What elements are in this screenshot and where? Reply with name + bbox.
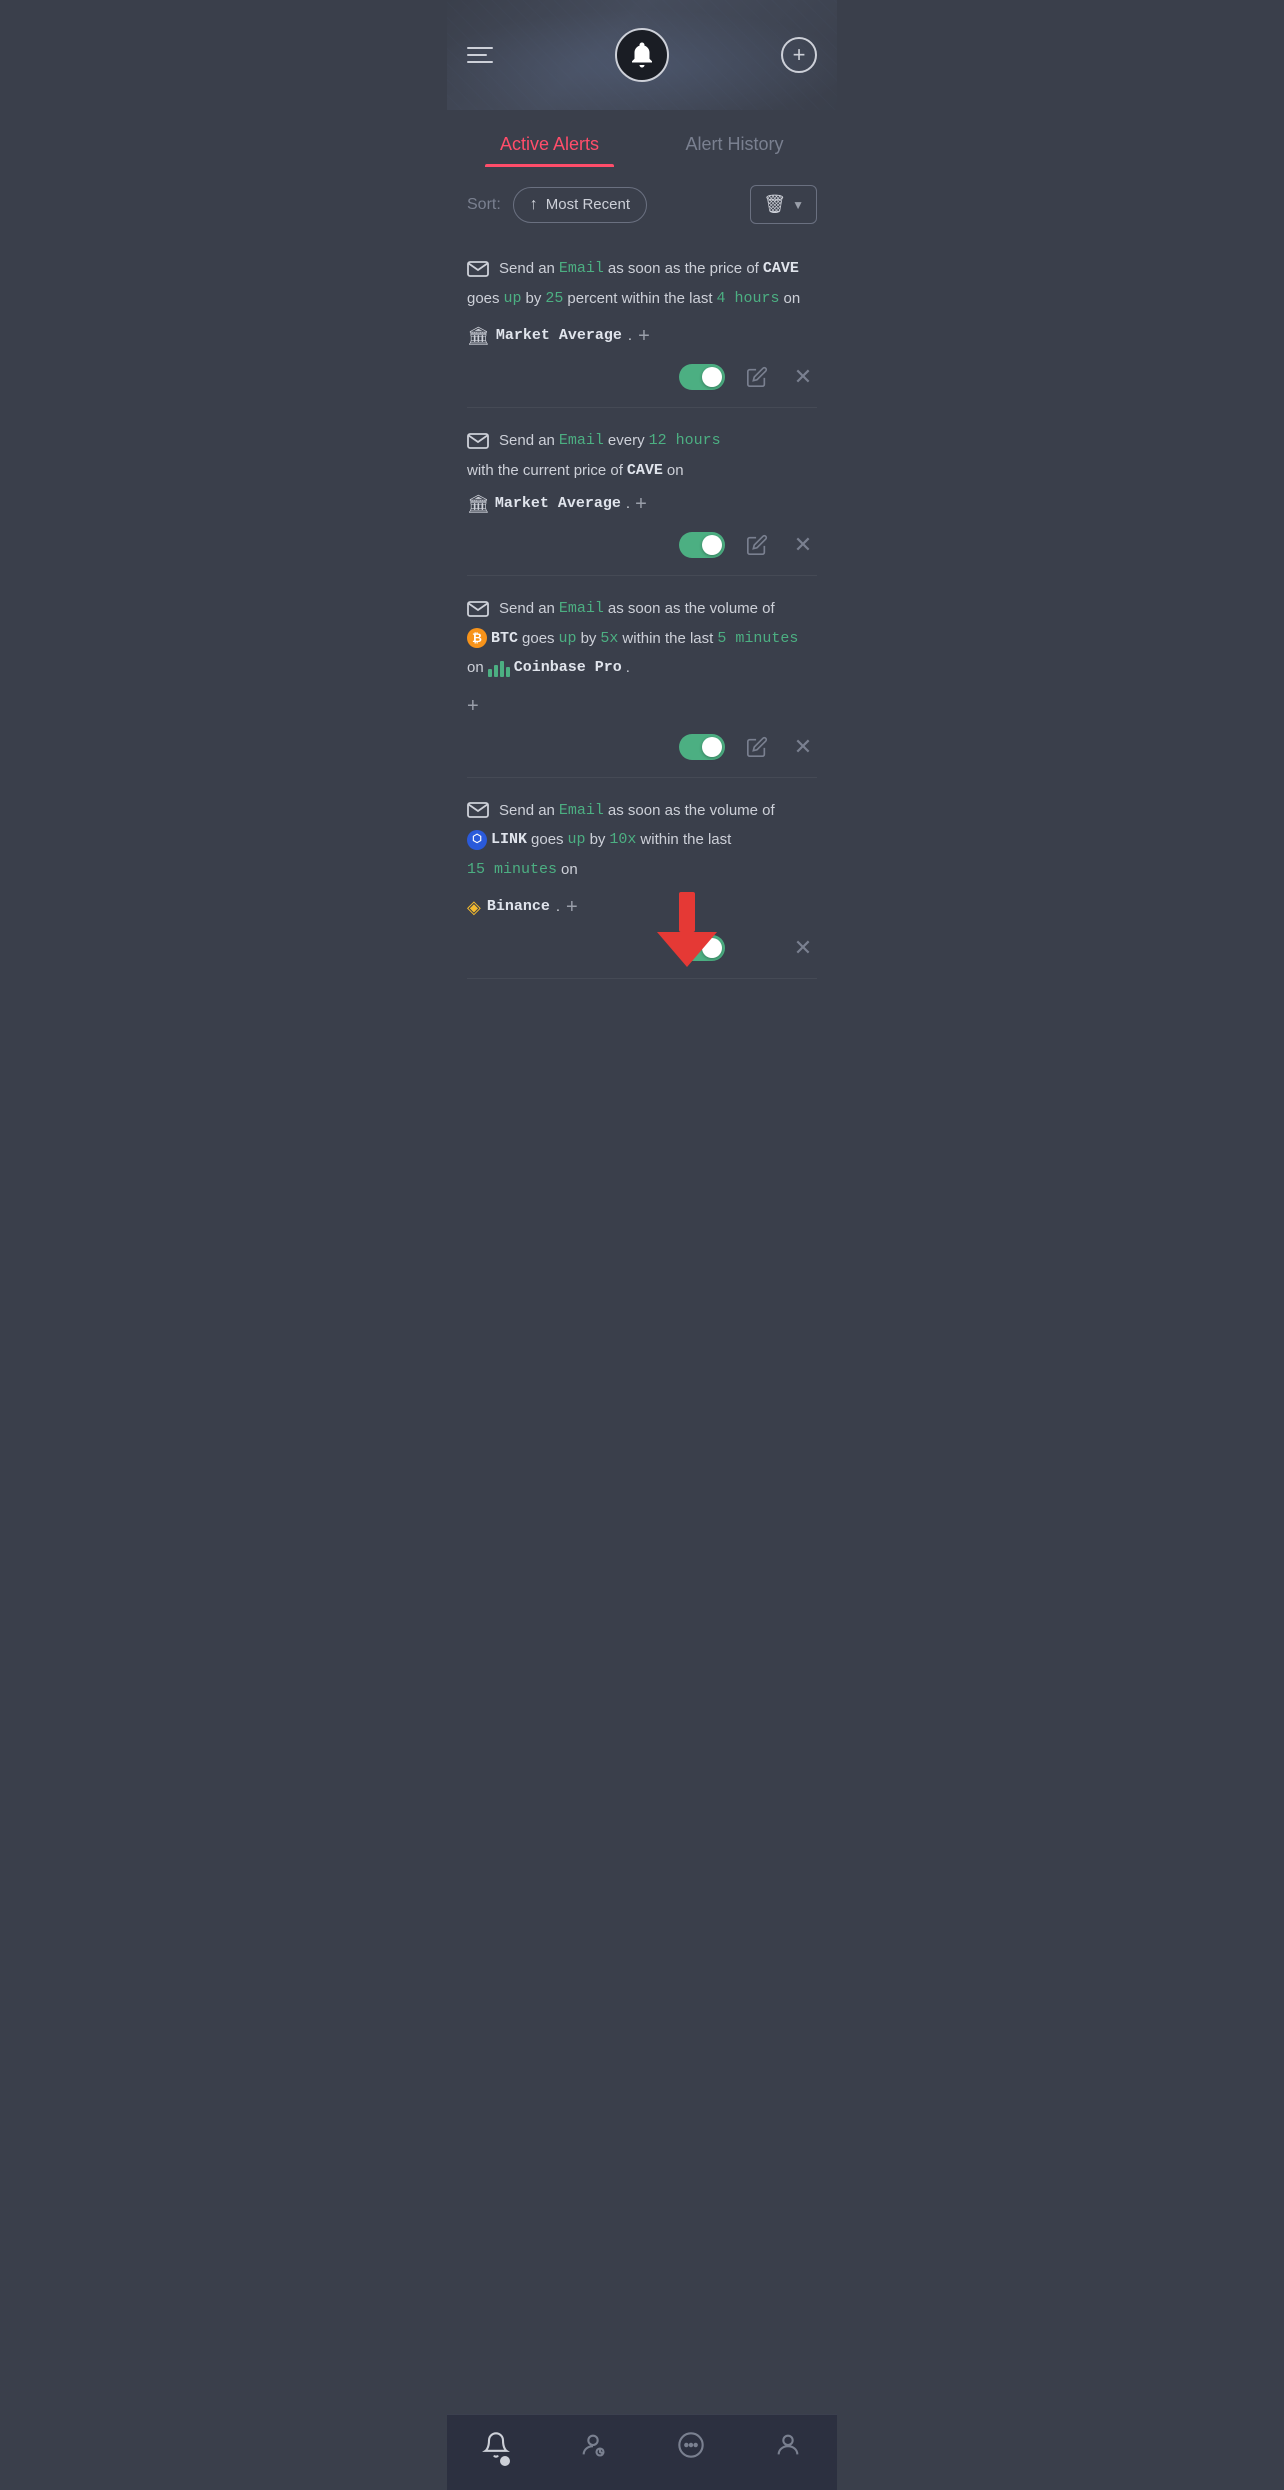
email-icon-3 [467,601,489,617]
alert-text-3: Send an Email as soon as the volume of ₿… [467,596,817,723]
delete-alert-2-button[interactable]: ✕ [789,531,817,559]
edit-alert-1-button[interactable] [743,363,771,391]
sort-arrow-icon: ↑ [530,196,538,214]
trash-icon: 🗑 [763,194,786,215]
more-nav-icon [677,2431,705,2466]
alert-item-4: Send an Email as soon as the volume of ⬡… [467,778,817,980]
btc-coin-icon: ₿ [467,628,487,648]
nav-portfolio[interactable] [563,2427,623,2470]
alert-item-3: Send an Email as soon as the volume of ₿… [467,576,817,778]
toggle-alert-2[interactable] [679,532,725,558]
coinbase-bar-icon [488,659,510,677]
tab-active-alerts[interactable]: Active Alerts [457,118,642,167]
alert-controls-4: ✕ [467,934,817,962]
alert-text-1: Send an Email as soon as the price of CA… [467,256,817,353]
alert-controls-1: ✕ [467,363,817,391]
market-avg-icon-2: 🏛 [467,489,490,520]
alert-text-4: Send an Email as soon as the volume of ⬡… [467,798,817,925]
alerts-list: Send an Email as soon as the price of CA… [447,236,837,979]
alert-item-1: Send an Email as soon as the price of CA… [467,236,817,408]
menu-button[interactable] [467,47,493,63]
edit-alert-3-button[interactable] [743,733,771,761]
bell-icon [627,40,657,70]
add-condition-button-3[interactable]: + [467,689,479,723]
delete-alert-1-button[interactable]: ✕ [789,363,817,391]
add-condition-button-2[interactable]: + [635,487,647,521]
sort-label: Sort: [467,196,501,214]
red-arrow-indicator [657,892,717,972]
delete-alert-3-button[interactable]: ✕ [789,733,817,761]
add-condition-button-4[interactable]: + [566,890,578,924]
add-alert-button[interactable]: + [781,37,817,73]
email-icon-4 [467,802,489,818]
alert-item-2: Send an Email every 12 hours with the cu… [467,408,817,576]
nav-profile[interactable] [758,2427,818,2470]
menu-line-3 [467,61,493,63]
alerts-nav-icon [482,2431,510,2466]
delete-alert-4-button[interactable]: ✕ [789,934,817,962]
edit-alert-2-button[interactable] [743,531,771,559]
sort-button[interactable]: ↑ Most Recent [513,187,647,223]
alert-controls-2: ✕ [467,531,817,559]
binance-icon: ◈ [467,892,481,923]
alert-text-2: Send an Email every 12 hours with the cu… [467,428,817,521]
sort-current-value: Most Recent [546,196,630,213]
portfolio-nav-icon [579,2431,607,2466]
header: + [447,0,837,110]
delete-button[interactable]: 🗑 ▼ [750,185,817,224]
toggle-alert-3[interactable] [679,734,725,760]
app-logo [615,28,669,82]
tab-alert-history[interactable]: Alert History [642,118,827,167]
profile-nav-icon [774,2431,802,2466]
email-icon-2 [467,433,489,449]
link-coin-icon: ⬡ [467,830,487,850]
alert-controls-3: ✕ [467,733,817,761]
chevron-down-icon: ▼ [792,198,804,212]
sort-bar: Sort: ↑ Most Recent 🗑 ▼ [447,167,837,236]
tabs-container: Active Alerts Alert History [447,118,837,167]
nav-alerts[interactable] [466,2427,526,2470]
toggle-alert-1[interactable] [679,364,725,390]
menu-line-1 [467,47,493,49]
menu-line-2 [467,54,487,56]
market-avg-icon-1: 🏛 [467,321,490,352]
bottom-nav [447,2414,837,2490]
email-icon-1 [467,261,489,277]
nav-more[interactable] [661,2427,721,2470]
add-condition-button-1[interactable]: + [638,319,650,353]
